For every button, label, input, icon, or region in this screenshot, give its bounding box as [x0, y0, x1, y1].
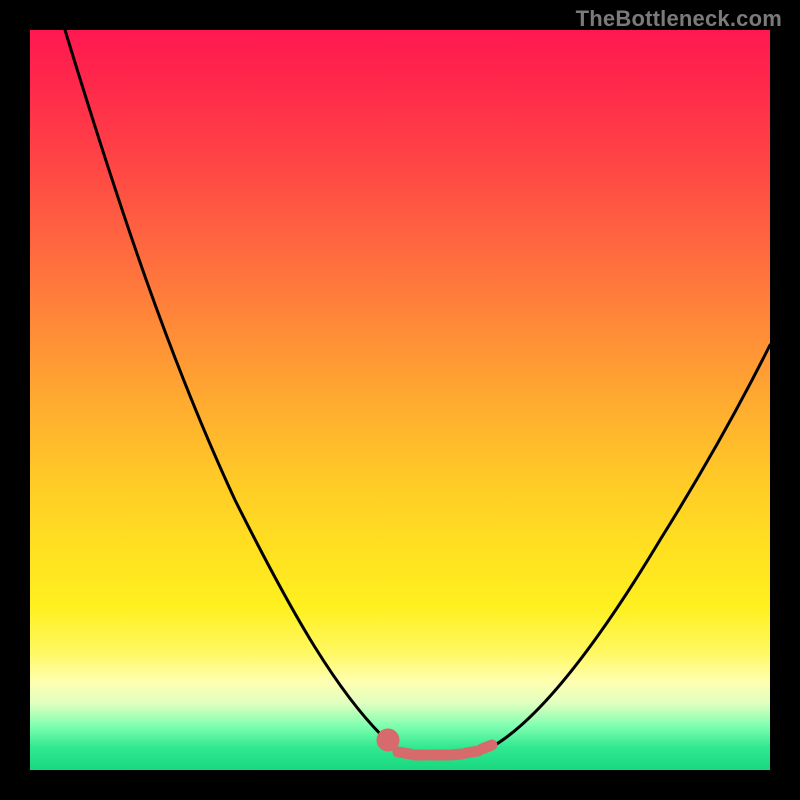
watermark-text: TheBottleneck.com	[576, 6, 782, 32]
gradient-plot-area	[30, 30, 770, 770]
